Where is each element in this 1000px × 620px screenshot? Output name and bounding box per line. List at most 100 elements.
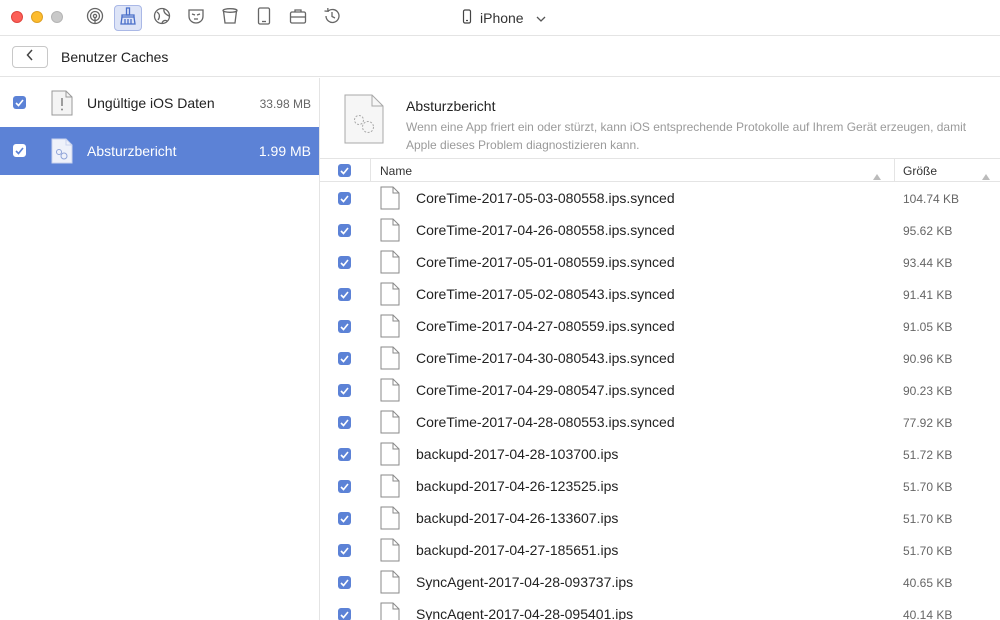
table-row[interactable]: CoreTime-2017-04-26-080558.ips.synced 95.… — [320, 214, 1000, 246]
table-row[interactable]: CoreTime-2017-05-01-080559.ips.synced 93.… — [320, 246, 1000, 278]
file-size: 40.65 KB — [903, 576, 953, 590]
file-size: 40.14 KB — [903, 608, 953, 620]
row-checkbox[interactable] — [338, 288, 351, 301]
device-selector[interactable]: iPhone — [462, 8, 546, 28]
sidebar-item-crash-report[interactable]: Absturzbericht 1.99 MB — [0, 127, 319, 175]
sidebar-item-checkbox[interactable] — [13, 144, 26, 157]
row-checkbox[interactable] — [338, 384, 351, 397]
back-button[interactable] — [12, 46, 48, 68]
document-icon — [380, 570, 400, 599]
file-name: CoreTime-2017-04-28-080553.ips.synced — [416, 414, 675, 430]
document-icon — [380, 474, 400, 503]
file-name: CoreTime-2017-04-30-080543.ips.synced — [416, 350, 675, 366]
row-checkbox[interactable] — [338, 224, 351, 237]
select-all-checkbox[interactable] — [338, 164, 351, 177]
table-row[interactable]: CoreTime-2017-05-02-080543.ips.synced 91.… — [320, 278, 1000, 310]
device-tool-button[interactable] — [250, 5, 278, 31]
sidebar-item-size: 1.99 MB — [258, 143, 311, 159]
file-name: SyncAgent-2017-04-28-093737.ips — [416, 574, 634, 590]
row-checkbox[interactable] — [338, 576, 351, 589]
chevron-down-icon — [536, 10, 546, 26]
sidebar-item-label: Ungültige iOS Daten — [87, 95, 215, 111]
document-icon — [380, 346, 400, 375]
crash-report-file-icon — [344, 94, 384, 149]
file-name: backupd-2017-04-27-185651.ips — [416, 542, 619, 558]
sidebar-item-invalid-ios-data[interactable]: Ungültige iOS Daten 33.98 MB — [0, 79, 319, 127]
row-checkbox[interactable] — [338, 544, 351, 557]
row-checkbox[interactable] — [338, 256, 351, 269]
minimize-window-button[interactable] — [31, 11, 43, 23]
trash-icon — [221, 7, 239, 30]
document-icon — [380, 378, 400, 407]
row-checkbox[interactable] — [338, 448, 351, 461]
file-name: backupd-2017-04-26-133607.ips — [416, 510, 619, 526]
table-row[interactable]: SyncAgent-2017-04-28-093737.ips 40.65 KB — [320, 566, 1000, 598]
column-divider — [370, 159, 371, 181]
table-row[interactable]: backupd-2017-04-26-123525.ips 51.70 KB — [320, 470, 1000, 502]
browser-tool-button[interactable] — [148, 5, 176, 31]
document-icon — [380, 506, 400, 535]
zoom-window-button[interactable] — [51, 11, 63, 23]
file-size: 91.41 KB — [903, 288, 953, 302]
file-size: 51.72 KB — [903, 448, 953, 462]
document-icon — [380, 410, 400, 439]
category-sidebar: Ungültige iOS Daten 33.98 MB Absturzberi… — [0, 78, 320, 620]
table-row[interactable]: CoreTime-2017-04-28-080553.ips.synced 77.… — [320, 406, 1000, 438]
file-size: 95.62 KB — [903, 224, 953, 238]
column-header-size[interactable]: Größe — [903, 164, 937, 178]
airbackup-tool-button[interactable] — [81, 5, 109, 31]
table-row[interactable]: CoreTime-2017-04-27-080559.ips.synced 91.… — [320, 310, 1000, 342]
file-size: 90.23 KB — [903, 384, 953, 398]
row-checkbox[interactable] — [338, 352, 351, 365]
file-name: backupd-2017-04-26-123525.ips — [416, 478, 619, 494]
title-bar: iPhone — [0, 0, 1000, 36]
privacy-tool-button[interactable] — [182, 5, 210, 31]
gear-file-icon — [51, 138, 73, 169]
cleaner-icon — [119, 6, 137, 30]
row-checkbox[interactable] — [338, 320, 351, 333]
row-checkbox[interactable] — [338, 480, 351, 493]
close-window-button[interactable] — [11, 11, 23, 23]
file-name: CoreTime-2017-05-03-080558.ips.synced — [416, 190, 675, 206]
file-size: 51.70 KB — [903, 480, 953, 494]
toolbox-tool-button[interactable] — [284, 5, 312, 31]
row-checkbox[interactable] — [338, 416, 351, 429]
cleaner-tool-button[interactable] — [114, 5, 142, 31]
sidebar-item-label: Absturzbericht — [87, 143, 177, 159]
table-row[interactable]: backupd-2017-04-28-103700.ips 51.72 KB — [320, 438, 1000, 470]
table-row[interactable]: CoreTime-2017-05-03-080558.ips.synced 104… — [320, 182, 1000, 214]
row-checkbox[interactable] — [338, 608, 351, 620]
column-header-name[interactable]: Name — [380, 164, 412, 178]
document-icon — [380, 314, 400, 343]
chevron-left-icon — [26, 48, 34, 66]
page-title: Benutzer Caches — [61, 49, 169, 65]
trash-tool-button[interactable] — [216, 5, 244, 31]
file-name: CoreTime-2017-04-27-080559.ips.synced — [416, 318, 675, 334]
table-row[interactable]: SyncAgent-2017-04-28-095401.ips 40.14 KB — [320, 598, 1000, 620]
table-row[interactable]: CoreTime-2017-04-29-080547.ips.synced 90.… — [320, 374, 1000, 406]
file-size: 51.70 KB — [903, 544, 953, 558]
file-size: 51.70 KB — [903, 512, 953, 526]
detail-panel: Absturzbericht Wenn eine App friert ein … — [320, 78, 1000, 620]
document-icon — [380, 602, 400, 620]
sub-header: Benutzer Caches — [0, 37, 1000, 77]
detail-description: Wenn eine App friert ein oder stürzt, ka… — [406, 120, 967, 152]
file-size: 93.44 KB — [903, 256, 953, 270]
document-icon — [380, 186, 400, 215]
document-icon — [380, 442, 400, 471]
document-icon — [380, 282, 400, 311]
table-row[interactable]: backupd-2017-04-27-185651.ips 51.70 KB — [320, 534, 1000, 566]
warning-file-icon — [51, 90, 73, 121]
history-tool-button[interactable] — [318, 5, 346, 31]
tablet-icon — [255, 6, 273, 30]
file-size: 91.05 KB — [903, 320, 953, 334]
table-row[interactable]: CoreTime-2017-04-30-080543.ips.synced 90.… — [320, 342, 1000, 374]
table-row[interactable]: backupd-2017-04-26-133607.ips 51.70 KB — [320, 502, 1000, 534]
row-checkbox[interactable] — [338, 512, 351, 525]
sidebar-item-checkbox[interactable] — [13, 96, 26, 109]
document-icon — [380, 218, 400, 247]
file-name: CoreTime-2017-04-29-080547.ips.synced — [416, 382, 675, 398]
file-name: CoreTime-2017-05-01-080559.ips.synced — [416, 254, 675, 270]
column-divider — [894, 159, 895, 181]
row-checkbox[interactable] — [338, 192, 351, 205]
